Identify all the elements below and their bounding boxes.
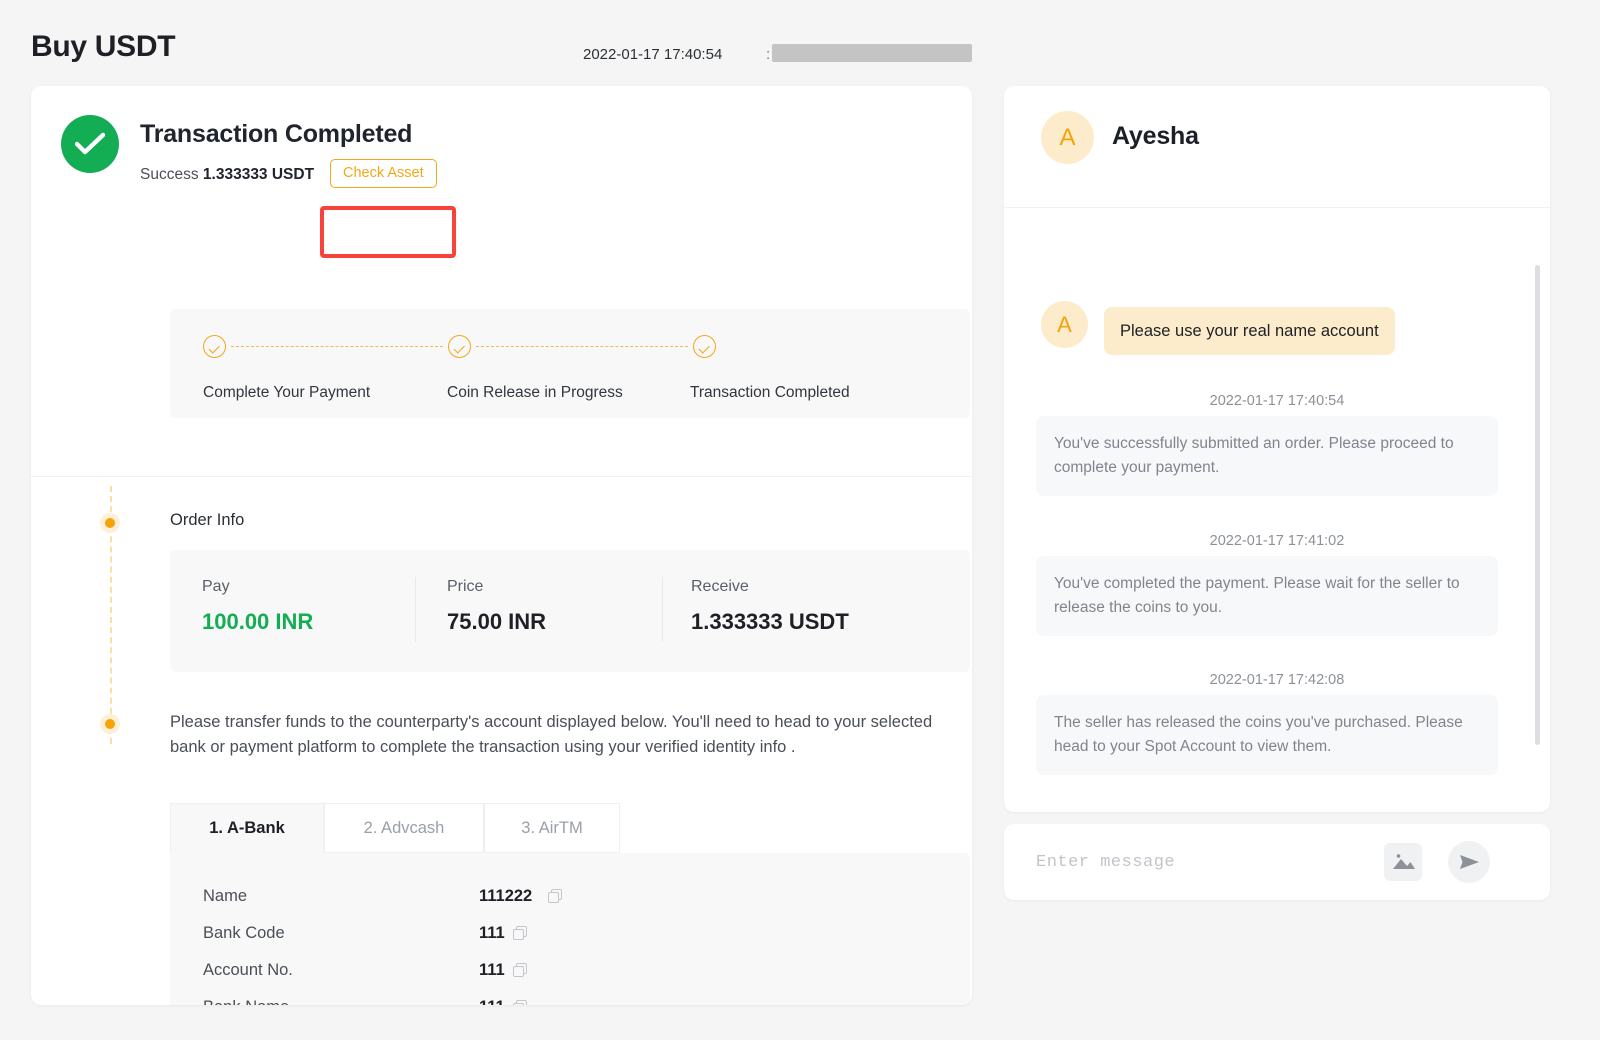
chat-timestamp-2: 2022-01-17 17:41:02	[1209, 533, 1345, 549]
stepper-connector-1	[231, 346, 443, 347]
tab-a-bank[interactable]: 1. A-Bank	[170, 803, 324, 853]
detail-row-bank-code: Bank Code 111	[203, 924, 663, 961]
avatar: A	[1041, 111, 1094, 164]
detail-label-bank-name: Bank Name	[203, 998, 289, 1005]
order-cell-divider-2	[662, 577, 663, 642]
chat-timestamp-3: 2022-01-17 17:42:08	[1209, 672, 1345, 688]
order-info-title: Order Info	[170, 511, 245, 529]
chat-bubble-system-2: You've completed the payment. Please wai…	[1036, 556, 1498, 636]
chat-counterparty-name: Ayesha	[1112, 122, 1199, 150]
status-section: Transaction Completed Success 1.333333 U…	[31, 86, 972, 418]
top-bar: Buy USDT 2022-01-17 17:40:54 :	[0, 0, 1600, 86]
chat-bubble-system-1: You've successfully submitted an order. …	[1036, 416, 1498, 496]
order-cell-divider-1	[415, 577, 416, 642]
order-price-label: Price	[447, 578, 484, 595]
send-button[interactable]	[1448, 841, 1490, 883]
circle-check-icon-step-2	[448, 335, 471, 358]
stepper-connector-2	[476, 346, 688, 347]
chat-composer	[1004, 824, 1550, 900]
order-cell-pay: Pay 100.00 INR	[202, 578, 313, 635]
avatar-message: A	[1041, 301, 1088, 348]
redacted-order-id-bar	[772, 44, 972, 62]
page-title: Buy USDT	[31, 30, 176, 63]
stepper-label-1: Complete Your Payment	[203, 384, 371, 401]
chat-bubble-system-3: The seller has released the coins you've…	[1036, 695, 1498, 775]
chat-message-list[interactable]: A Please use your real name account 2022…	[1004, 208, 1550, 812]
order-progress-stepper: Complete Your Payment Coin Release in Pr…	[170, 309, 970, 418]
stepper-label-3: Transaction Completed	[690, 384, 850, 401]
timeline-dot-transfer	[100, 714, 120, 734]
transfer-instruction-text: Please transfer funds to the counterpart…	[170, 713, 933, 756]
success-check-icon	[61, 115, 119, 173]
detail-row-bank-name: Bank Name 111	[203, 998, 663, 1005]
message-input[interactable]	[1036, 844, 1366, 880]
order-price-value: 75.00 INR	[447, 609, 547, 634]
image-upload-icon[interactable]	[1384, 843, 1422, 881]
chat-panel: A Ayesha A Please use your real name acc…	[1004, 86, 1550, 812]
chat-header: A Ayesha	[1004, 86, 1550, 208]
circle-check-icon-step-3	[693, 335, 716, 358]
order-detail-card: Transaction Completed Success 1.333333 U…	[31, 86, 972, 1005]
copy-icon-bank-name[interactable]	[513, 1000, 528, 1005]
order-receive-label: Receive	[691, 578, 749, 595]
status-success-label: Success	[140, 166, 199, 183]
stepper-track	[203, 335, 733, 361]
detail-value-account-no: 111	[479, 961, 505, 979]
copy-icon-bank-code[interactable]	[513, 926, 528, 941]
order-pay-value: 100.00 INR	[202, 609, 314, 634]
chat-timestamp-1: 2022-01-17 17:40:54	[1209, 393, 1345, 409]
order-pay-label: Pay	[202, 578, 230, 595]
payment-details-panel: Name 111222 Bank Code 111 Account No. 11…	[170, 853, 970, 1005]
detail-label-bank-code: Bank Code	[203, 924, 285, 942]
detail-row-name: Name 111222	[203, 887, 663, 924]
header-timestamp: 2022-01-17 17:40:54	[583, 46, 723, 63]
redacted-prefix-text: :	[766, 46, 771, 63]
copy-icon-account-no[interactable]	[513, 963, 528, 978]
order-cell-receive: Receive 1.333333 USDT	[691, 578, 849, 635]
check-asset-button[interactable]: Check Asset	[330, 159, 437, 188]
detail-value-bank-code: 111	[479, 924, 505, 942]
order-receive-value: 1.333333 USDT	[691, 609, 849, 634]
section-divider	[31, 476, 972, 477]
detail-value-bank-name: 111	[479, 998, 505, 1005]
order-cell-price: Price 75.00 INR	[447, 578, 546, 635]
stepper-label-2: Coin Release in Progress	[447, 384, 623, 401]
status-title: Transaction Completed	[140, 120, 413, 148]
detail-label-name: Name	[203, 887, 248, 905]
detail-row-account-no: Account No. 111	[203, 961, 663, 998]
tab-advcash[interactable]: 2. Advcash	[324, 803, 484, 853]
detail-label-account-no: Account No.	[203, 961, 293, 979]
chat-scrollbar-thumb[interactable]	[1535, 265, 1540, 745]
annotation-highlight-box	[320, 206, 456, 258]
chat-scrollbar[interactable]	[1535, 200, 1540, 780]
circle-check-icon-step-1	[203, 335, 226, 358]
payment-method-tabs: 1. A-Bank 2. Advcash 3. AirTM	[170, 803, 970, 853]
chat-bubble-peer: Please use your real name account	[1104, 307, 1395, 355]
status-success-amount: 1.333333 USDT	[202, 166, 315, 183]
status-subtitle: Success 1.333333 USDT	[140, 166, 314, 184]
order-info-box: Pay 100.00 INR Price 75.00 INR Receive 1…	[170, 550, 970, 672]
copy-icon-name[interactable]	[548, 889, 563, 904]
timeline-dot-order-info	[100, 513, 120, 533]
detail-value-name: 111222	[479, 887, 533, 905]
tab-airtm[interactable]: 3. AirTM	[484, 803, 620, 853]
app-root: Buy USDT 2022-01-17 17:40:54 : Transacti…	[0, 0, 1600, 1040]
